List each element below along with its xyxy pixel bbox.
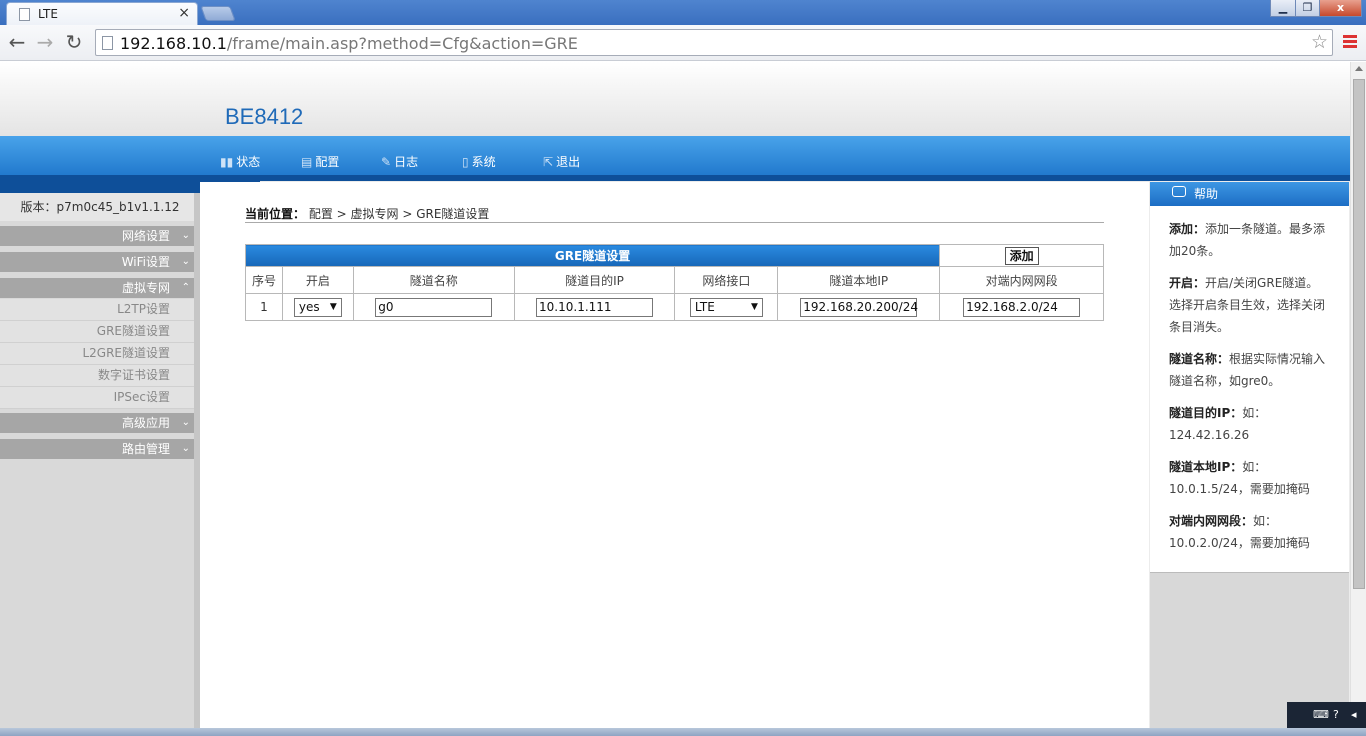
page-viewport: BE8412 ▮▮ 状态 ▤ 配置 ✎ 日志 ▯ 系统 ⇱ 退出 版本：p7m0c45_b… [0,62,1350,728]
enabled-select[interactable]: yes ▼ [293,297,342,317]
column-header-name: 隧道名称 [352,266,515,294]
reload-icon[interactable]: ↻ [62,31,86,55]
forward-arrow-icon[interactable]: → [33,31,57,55]
browser-tab[interactable]: LTE × [6,2,198,25]
table-title: GRE隧道设置 [244,244,941,267]
page-scrollbar[interactable] [1350,62,1366,728]
bookmark-star-icon[interactable]: ☆ [1311,31,1328,53]
chevron-down-icon: ⌄ [181,230,190,241]
main-content: 当前位置： 配置 > 虚拟专网 > GRE隧道设置 GRE隧道设置 添加 序号 … [200,182,1149,728]
keyboard-icon[interactable]: ⌨ [1313,708,1329,721]
column-header-dest-ip: 隧道目的IP [513,266,676,294]
new-tab-button[interactable] [200,6,236,21]
dest-ip-cell: 10.10.1.111 [513,293,676,321]
scroll-up-icon[interactable] [1355,66,1363,71]
column-header-interface: 网络接口 [674,266,779,294]
help-entry: 隧道本地IP：如：10.0.1.5/24，需要加掩码 [1169,460,1310,496]
help-entry: 隧道目的IP：如：124.42.16.26 [1169,406,1267,442]
bar-chart-icon: ▮▮ [220,155,234,169]
browser-menu-icon[interactable] [1343,35,1357,49]
interface-select[interactable]: LTE ▼ [689,297,763,317]
help-panel: 帮助 添加：添加一条隧道。最多添加20条。 开启：开启/关闭GRE隧道。选择开启… [1150,182,1349,728]
sidebar-item-l2gre[interactable]: L2GRE隧道设置 [0,343,200,365]
page-icon [102,36,113,50]
window-close-button[interactable]: x [1319,0,1362,17]
sidebar-group-routing[interactable]: 路由管理 ⌄ [0,439,200,459]
breadcrumb: 当前位置： 配置 > 虚拟专网 > GRE隧道设置 [245,205,1104,223]
help-entry: 开启：开启/关闭GRE隧道。选择开启条目生效，选择关闭条目消失。 [1169,276,1326,334]
sidebar-item-ipsec[interactable]: IPSec设置 [0,387,200,409]
firmware-version: 版本：p7m0c45_b1v1.1.12 [0,193,200,221]
document-icon: ▯ [462,155,469,169]
chevron-down-icon: ⌄ [181,417,190,428]
peer-subnet-input[interactable]: 192.168.2.0/24 [963,297,1081,317]
logout-icon: ⇱ [543,155,554,169]
sidebar-item-l2tp[interactable]: L2TP设置 [0,299,200,321]
sidebar-item-certificate[interactable]: 数字证书设置 [0,365,200,387]
window-minimize-button[interactable]: ▁ [1270,0,1296,17]
column-header-enabled: 开启 [281,266,354,294]
help-entry: 添加：添加一条隧道。最多添加20条。 [1169,222,1326,258]
sidebar-group-vpn[interactable]: 虚拟专网 ⌃ [0,278,200,298]
add-tunnel-button[interactable]: 添加 [1004,246,1039,265]
os-taskbar [0,728,1366,736]
left-sidebar: 版本：p7m0c45_b1v1.1.12 网络设置 ⌄ WiFi设置 ⌄ 虚拟专网 ⌃… [0,193,200,728]
sidebar-group-advanced[interactable]: 高级应用 ⌄ [0,413,200,433]
nav-log[interactable]: ✎ 日志 [381,153,418,170]
help-body: 添加：添加一条隧道。最多添加20条。 开启：开启/关闭GRE隧道。选择开启条目生… [1150,206,1349,573]
add-cell: 添加 [939,244,1104,267]
nav-status[interactable]: ▮▮ 状态 [220,153,260,170]
page-header: BE8412 [0,62,1350,136]
breadcrumb-label: 当前位置： [245,207,306,221]
speech-bubble-icon [1172,186,1186,197]
help-entry: 隧道名称：根据实际情况输入隧道名称，如gre0。 [1169,352,1326,388]
back-arrow-icon[interactable]: ← [5,31,29,55]
chevron-down-icon: ⌄ [181,443,190,454]
browser-titlebar: LTE × ▁ ❐ x [0,0,1366,25]
nav-config[interactable]: ▤ 配置 [301,153,339,170]
chevron-up-icon: ⌃ [181,282,190,293]
column-header-local-ip: 隧道本地IP [777,266,941,294]
browser-toolbar: ← → ↻ 192.168.10.1/frame/main.asp?method… [0,25,1366,61]
nav-logout[interactable]: ⇱ 退出 [543,153,580,170]
peer-subnet-cell: 192.168.2.0/24 [939,293,1104,321]
name-cell: g0 [352,293,515,321]
tab-close-icon[interactable]: × [178,5,190,21]
address-bar[interactable]: 192.168.10.1/frame/main.asp?method=Cfg&a… [95,29,1333,56]
table-row: 1 yes ▼ g0 10.10.1.111 LTE ▼ 192.168.20.20… [245,293,1104,321]
interface-cell: LTE ▼ [674,293,779,321]
gre-tunnel-table: GRE隧道设置 添加 序号 开启 隧道名称 隧道目的IP 网络接口 隧道本地IP… [244,244,1104,321]
breadcrumb-path: 配置 > 虚拟专网 > GRE隧道设置 [308,207,490,221]
tunnel-name-input[interactable]: g0 [375,297,493,317]
help-title: 帮助 [1194,187,1219,201]
volume-icon[interactable]: ◂ [1351,708,1357,721]
local-ip-input[interactable]: 192.168.20.200/24 [800,297,918,317]
scroll-thumb[interactable] [1353,79,1365,589]
wrench-icon: ✎ [381,155,392,169]
device-logo: BE8412 [225,104,304,129]
dropdown-arrow-icon: ▼ [329,301,337,312]
dest-ip-input[interactable]: 10.10.1.111 [536,297,654,317]
sidebar-group-wifi[interactable]: WiFi设置 ⌄ [0,252,200,272]
window-restore-button[interactable]: ❐ [1295,0,1320,17]
dropdown-arrow-icon: ▼ [750,301,758,312]
sidebar-group-network[interactable]: 网络设置 ⌄ [0,226,200,246]
row-index: 1 [245,293,283,321]
help-circle-icon[interactable]: ? [1333,708,1339,721]
help-entry: 对端内网网段：如：10.0.2.0/24，需要加掩码 [1169,514,1310,550]
tab-title: LTE [38,7,58,21]
nav-system[interactable]: ▯ 系统 [462,153,496,170]
url-text: 192.168.10.1/frame/main.asp?method=Cfg&a… [120,34,578,53]
column-header-index: 序号 [245,266,283,294]
enabled-cell: yes ▼ [281,293,354,321]
page-favicon-icon [19,8,30,21]
config-icon: ▤ [301,155,313,169]
system-tray: ⌨ ? ◂ [1287,702,1366,728]
chevron-down-icon: ⌄ [181,256,190,267]
help-header: 帮助 [1150,182,1349,206]
sidebar-item-gre[interactable]: GRE隧道设置 [0,321,200,343]
column-header-peer-subnet: 对端内网网段 [939,266,1104,294]
local-ip-cell: 192.168.20.200/24 [777,293,941,321]
